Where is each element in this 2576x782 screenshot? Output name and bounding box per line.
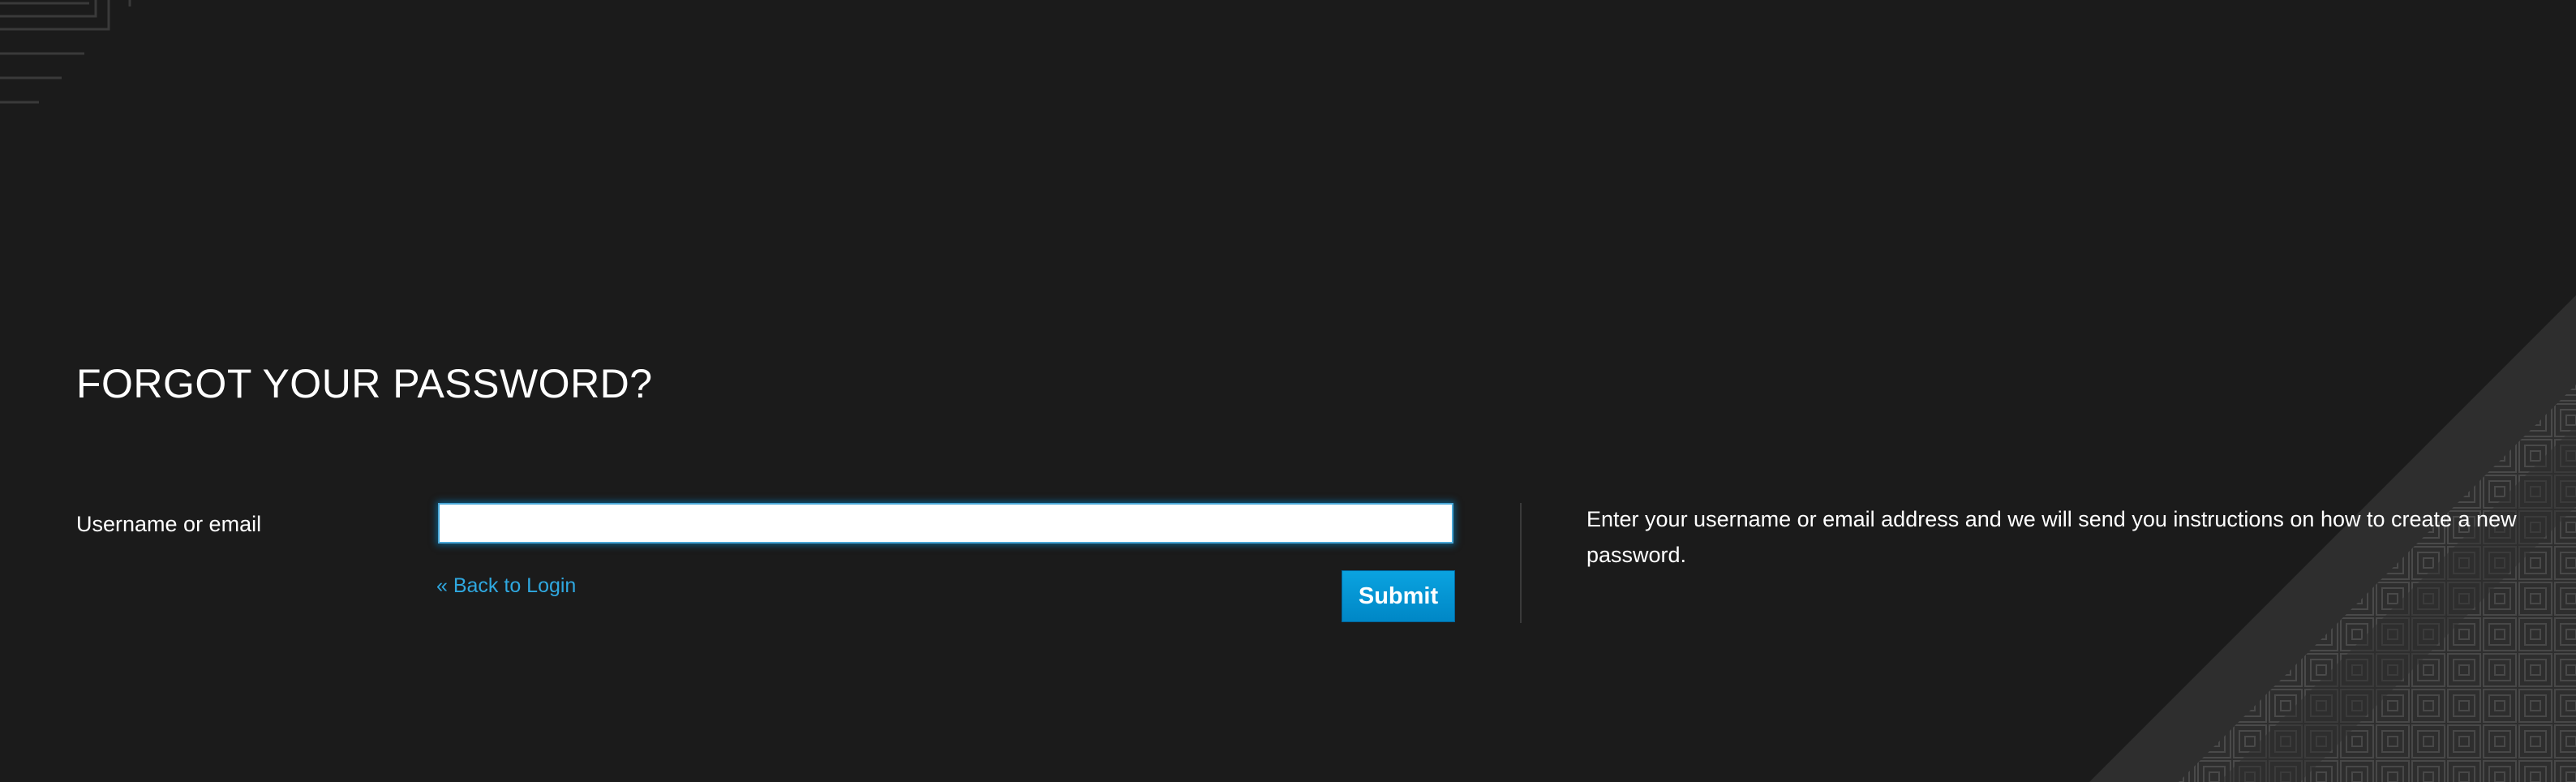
submit-button[interactable]: Submit: [1342, 570, 1455, 622]
login-page: FORGOT YOUR PASSWORD? Username or email …: [0, 0, 2576, 782]
username-label: Username or email: [76, 512, 262, 536]
back-to-login-link[interactable]: « Back to Login: [436, 574, 576, 598]
instructions-text: Enter your username or email address and…: [1586, 507, 2517, 567]
decorative-lines-top-left: [0, 0, 131, 104]
vertical-divider: [1520, 503, 1522, 623]
page-title: FORGOT YOUR PASSWORD?: [76, 361, 653, 406]
username-input[interactable]: [438, 503, 1453, 544]
